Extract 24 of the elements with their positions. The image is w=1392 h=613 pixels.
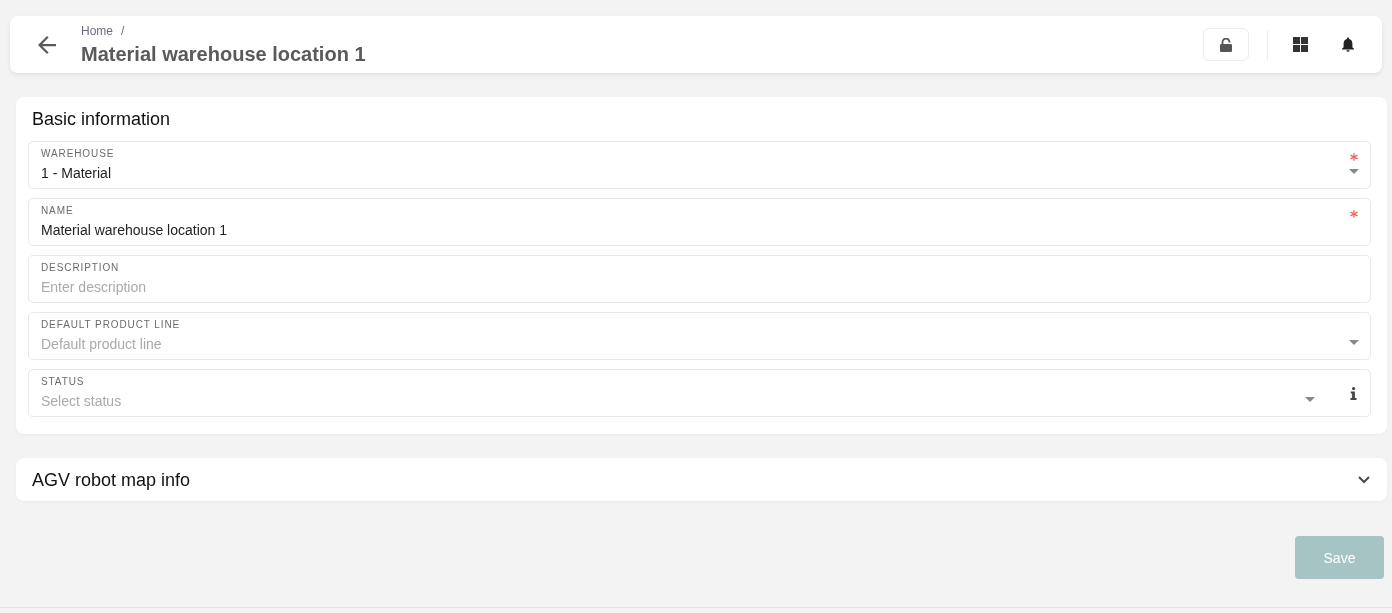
bell-icon [1341, 37, 1355, 52]
select-field[interactable]: STATUS Select status [28, 369, 1371, 417]
field-label: WAREHOUSE [41, 147, 115, 161]
caret-down-icon [1349, 169, 1359, 174]
field-label: NAME [41, 204, 74, 218]
section-title: AGV robot map info [32, 468, 191, 491]
info-icon[interactable] [1349, 386, 1357, 400]
field-label: STATUS [41, 375, 85, 389]
select-field[interactable]: DEFAULT PRODUCT LINE Default product line [28, 312, 1371, 360]
lock-button[interactable] [1203, 28, 1249, 61]
text-field[interactable]: NAME Material warehouse location 1 [28, 198, 1371, 246]
page-title: Material warehouse location 1 [81, 41, 366, 66]
field-label: DESCRIPTION [41, 261, 120, 275]
breadcrumb-link[interactable]: Home [81, 23, 113, 38]
select-field[interactable]: WAREHOUSE 1 - Material [28, 141, 1371, 189]
text-field[interactable]: DESCRIPTION Enter description [28, 255, 1371, 303]
field-label: DEFAULT PRODUCT LINE [41, 318, 181, 332]
breadcrumb-separator: / [121, 23, 125, 38]
caret-down-icon [1349, 340, 1359, 345]
chevron-down-icon[interactable] [1358, 475, 1370, 484]
section-title: Basic information [32, 108, 171, 130]
arrow-left-icon [38, 35, 56, 54]
caret-down-icon [1305, 397, 1315, 402]
grid-icon [1292, 37, 1308, 52]
